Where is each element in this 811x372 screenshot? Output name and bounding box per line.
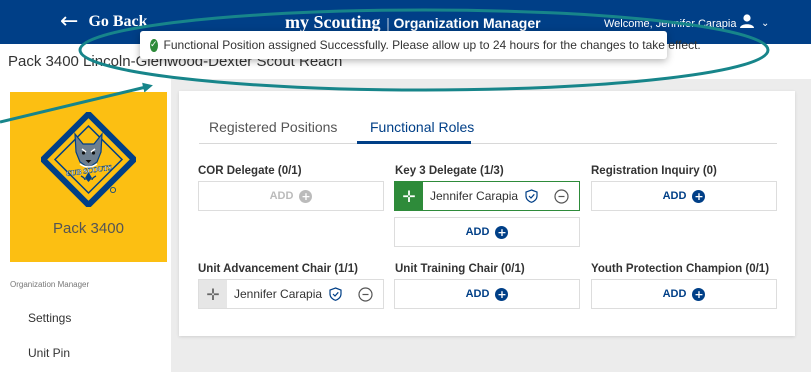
toast-message: Functional Position assigned Successfull… <box>163 38 701 52</box>
plus-circle-icon: + <box>495 225 509 239</box>
welcome-text: Welcome, Jennifer Carapia <box>604 18 737 30</box>
brand-subtitle: Organization Manager <box>393 15 541 31</box>
drag-handle-icon[interactable]: ✛ <box>199 280 227 308</box>
sidebar-item-unit-pin[interactable]: Unit Pin <box>28 346 70 360</box>
role-title-youth-protection-champion: Youth Protection Champion (0/1) <box>591 263 770 275</box>
plus-circle-icon: + <box>299 189 313 203</box>
add-label: ADD <box>465 288 490 300</box>
add-youth-protection-champion-button[interactable]: ADD + <box>591 279 777 309</box>
remove-member-icon[interactable] <box>358 287 373 302</box>
sidebar-section-label: Organization Manager <box>10 280 90 289</box>
add-label: ADD <box>662 190 687 202</box>
check-circle-icon: ✓ <box>150 38 158 52</box>
add-label: ADD <box>662 288 687 300</box>
key3-member-chip: ✛ Jennifer Carapia <box>394 181 580 211</box>
add-unit-training-chair-button[interactable]: ADD + <box>394 279 580 309</box>
chevron-down-icon: ⌄ <box>761 18 770 29</box>
advancement-member-chip: ✛ Jennifer Carapia <box>198 279 384 309</box>
shield-check-icon <box>525 189 538 203</box>
app-brand: my Scouting | Organization Manager <box>285 12 541 33</box>
tab-registered-positions[interactable]: Registered Positions <box>209 119 337 135</box>
brand-separator: | <box>386 16 390 32</box>
add-label: ADD <box>269 190 294 202</box>
go-back-label: Go Back <box>88 13 148 30</box>
shield-check-icon <box>329 287 342 301</box>
role-title-unit-training-chair: Unit Training Chair (0/1) <box>395 263 525 275</box>
sidebar-item-settings[interactable]: Settings <box>28 311 71 325</box>
roles-card: Registered Positions Functional Roles CO… <box>179 91 795 336</box>
user-icon <box>739 14 755 33</box>
add-cor-delegate-button[interactable]: ADD + <box>198 181 384 211</box>
plus-circle-icon: + <box>692 189 706 203</box>
role-title-key3-delegate: Key 3 Delegate (1/3) <box>395 165 504 177</box>
unit-logo-panel: CUB SCOUTS Pack 3400 <box>10 92 167 262</box>
tab-divider <box>199 143 777 144</box>
role-title-registration-inquiry: Registration Inquiry (0) <box>591 165 717 177</box>
success-toast: ✓ Functional Position assigned Successfu… <box>140 31 701 59</box>
go-back-button[interactable]: ← Go Back <box>60 9 148 34</box>
arrow-left-icon: ← <box>60 9 79 34</box>
remove-member-icon[interactable] <box>554 189 569 204</box>
member-name: Jennifer Carapia <box>430 189 519 203</box>
add-key3-delegate-button[interactable]: ADD + <box>394 217 580 247</box>
drag-handle-icon[interactable]: ✛ <box>395 182 423 210</box>
user-menu[interactable]: ⌄ <box>739 14 769 33</box>
plus-circle-icon: + <box>692 287 706 301</box>
role-title-unit-advancement-chair: Unit Advancement Chair (1/1) <box>198 263 358 275</box>
add-label: ADD <box>465 226 490 238</box>
tab-functional-roles[interactable]: Functional Roles <box>370 119 474 135</box>
brand-name: my Scouting <box>285 12 381 32</box>
plus-circle-icon: + <box>495 287 509 301</box>
pack-name: Pack 3400 <box>53 220 124 237</box>
cub-scouts-emblem: CUB SCOUTS <box>38 109 139 212</box>
role-title-cor-delegate: COR Delegate (0/1) <box>198 165 302 177</box>
member-name: Jennifer Carapia <box>234 287 323 301</box>
add-registration-inquiry-button[interactable]: ADD + <box>591 181 777 211</box>
active-tab-indicator <box>357 141 471 144</box>
